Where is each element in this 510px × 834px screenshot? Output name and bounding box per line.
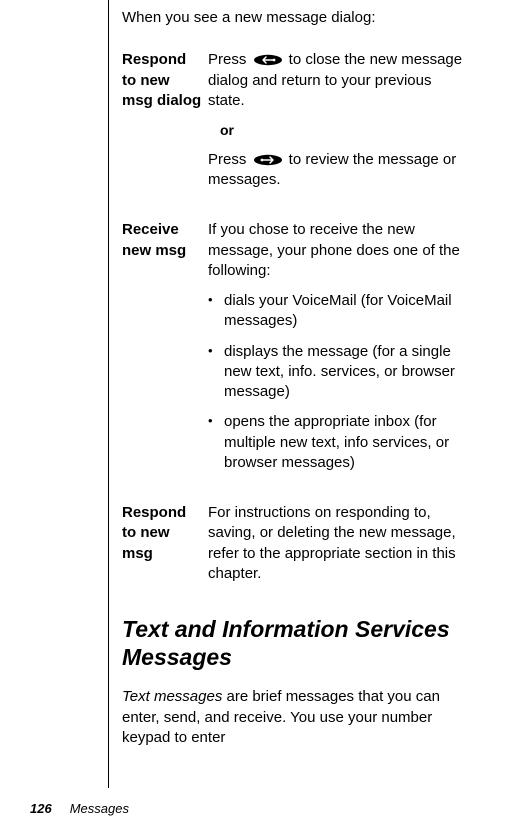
row-body: For instructions on responding to, savin…: [208, 503, 472, 594]
page-number: 126: [30, 801, 52, 816]
section-heading: Text and Information Services Messages: [122, 616, 472, 671]
row-text: Press to review the message or messages.: [208, 150, 472, 191]
page-footer: 126 Messages: [30, 801, 129, 816]
end-key-icon: [253, 54, 283, 66]
or-label: or: [220, 121, 472, 140]
send-key-icon: [253, 154, 283, 166]
emphasized-term: Text messages: [122, 688, 222, 705]
list-item: •displays the message (for a single new …: [208, 342, 472, 403]
body-paragraph: Text messages are brief messages that yo…: [122, 687, 472, 748]
text-fragment: Press: [208, 51, 251, 68]
list-item: •dials your VoiceMail (for VoiceMail mes…: [208, 291, 472, 332]
row-label: Respond to new msg dialog: [122, 50, 208, 200]
list-item-text: displays the message (for a single new t…: [224, 342, 472, 403]
bullet-list: •dials your VoiceMail (for VoiceMail mes…: [208, 291, 472, 473]
row-text: Press to close the new message dialog an…: [208, 50, 472, 111]
row-body: If you chose to receive the new message,…: [208, 220, 472, 483]
list-item-text: opens the appropriate inbox (for multipl…: [224, 412, 472, 473]
row-text: If you chose to receive the new message,…: [208, 220, 472, 281]
instruction-row-respond-msg: Respond to new msg For instructions on r…: [122, 503, 472, 594]
text-fragment: Press: [208, 151, 251, 168]
list-item: •opens the appropriate inbox (for multip…: [208, 412, 472, 473]
list-item-text: dials your VoiceMail (for VoiceMail mess…: [224, 291, 472, 332]
instruction-row-respond-dialog: Respond to new msg dialog Press to close…: [122, 50, 472, 200]
row-label: Receive new msg: [122, 220, 208, 483]
bullet-icon: •: [208, 342, 224, 403]
row-text: For instructions on responding to, savin…: [208, 503, 472, 584]
bullet-icon: •: [208, 412, 224, 473]
footer-title: Messages: [70, 801, 129, 816]
row-body: Press to close the new message dialog an…: [208, 50, 472, 200]
intro-text: When you see a new message dialog:: [122, 8, 472, 28]
page-content: When you see a new message dialog: Respo…: [0, 0, 510, 748]
vertical-rule: [108, 0, 109, 788]
bullet-icon: •: [208, 291, 224, 332]
row-label: Respond to new msg: [122, 503, 208, 594]
instruction-row-receive: Receive new msg If you chose to receive …: [122, 220, 472, 483]
